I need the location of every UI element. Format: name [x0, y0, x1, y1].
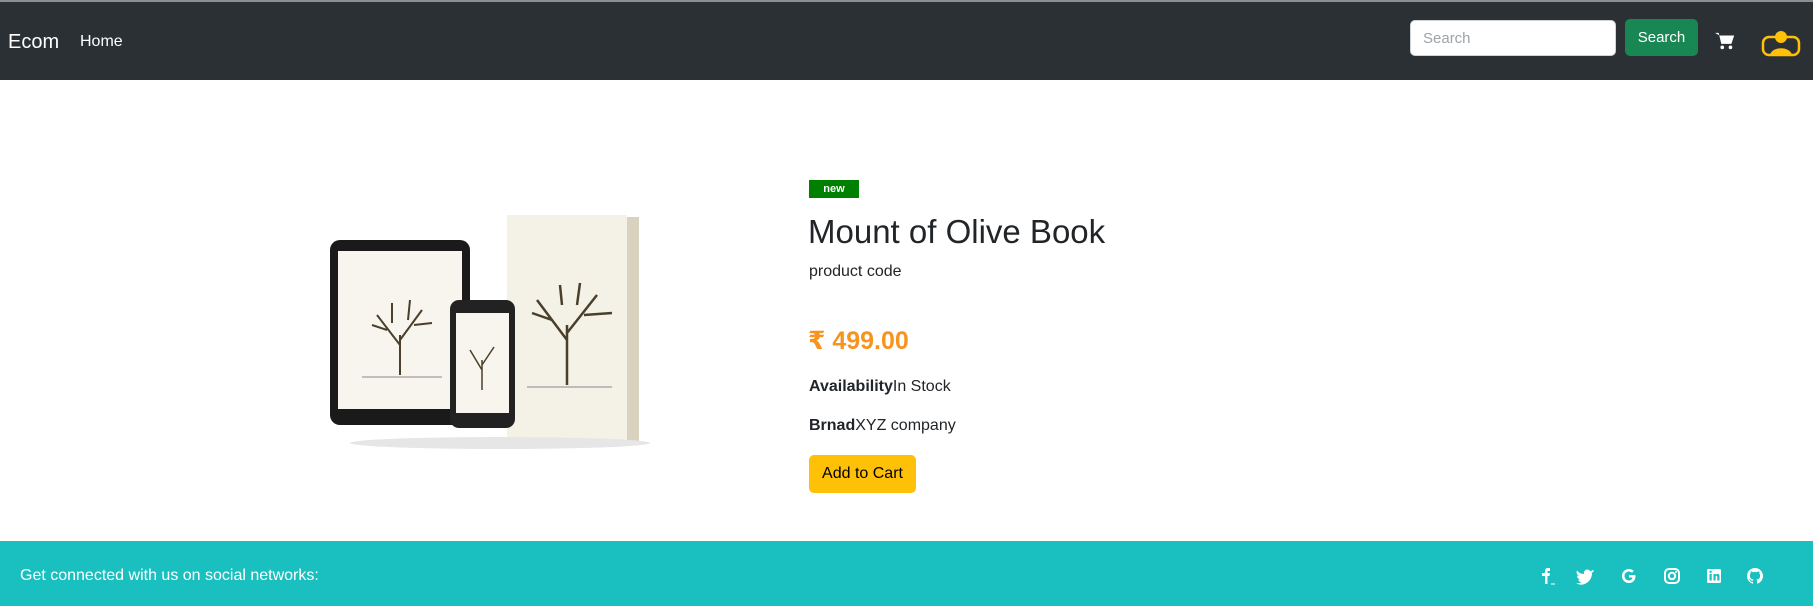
- product-price: ₹ 499.00: [808, 327, 909, 355]
- new-badge: new: [809, 180, 859, 198]
- availability-row: AvailabilityIn Stock: [809, 378, 951, 396]
- footer-social-text: Get connected with us on social networks…: [20, 567, 319, 584]
- cart-icon[interactable]: [1714, 31, 1736, 51]
- linkedin-icon[interactable]: [1704, 567, 1726, 585]
- user-account-icon[interactable]: [1760, 29, 1802, 57]
- product-image: [330, 215, 650, 449]
- github-icon[interactable]: [1745, 567, 1767, 585]
- product-code: product code: [809, 263, 902, 280]
- navbar: Ecom Home Search: [0, 2, 1813, 80]
- instagram-icon[interactable]: [1662, 567, 1684, 585]
- availability-value: In Stock: [892, 378, 951, 395]
- search-button[interactable]: Search: [1625, 19, 1698, 56]
- brand-value: XYZ company: [855, 417, 956, 434]
- google-icon[interactable]: [1620, 567, 1642, 585]
- product-title: Mount of Olive Book: [808, 213, 1106, 250]
- facebook-icon[interactable]: [1536, 567, 1558, 585]
- footer: Get connected with us on social networks…: [0, 541, 1813, 606]
- add-to-cart-button[interactable]: Add to Cart: [809, 455, 916, 493]
- brand-logo[interactable]: Ecom: [8, 31, 59, 54]
- nav-link-home[interactable]: Home: [80, 33, 123, 51]
- availability-label: Availability: [809, 378, 893, 395]
- brand-row: BrnadXYZ company: [809, 417, 956, 435]
- twitter-icon[interactable]: [1575, 567, 1597, 585]
- search-input[interactable]: [1410, 20, 1616, 56]
- brand-label: Brnad: [809, 417, 856, 434]
